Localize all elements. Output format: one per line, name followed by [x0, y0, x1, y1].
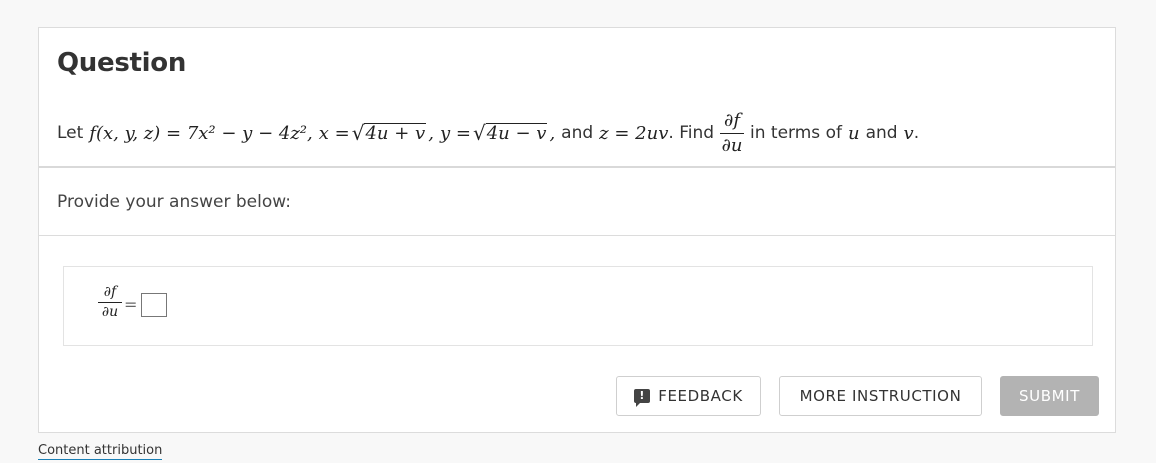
more-instruction-button[interactable]: MORE INSTRUCTION — [779, 376, 982, 416]
submit-label: SUBMIT — [1019, 387, 1080, 405]
content-attribution-link[interactable]: Content attribution — [38, 443, 163, 460]
y-radicand: 4u − v — [485, 122, 548, 144]
more-instruction-label: MORE INSTRUCTION — [799, 387, 962, 405]
z-definition: z = 2uv — [599, 122, 669, 144]
u-variable: u — [847, 122, 860, 144]
submit-button[interactable]: SUBMIT — [1000, 376, 1099, 416]
answer-fraction-numerator: ∂f — [103, 284, 117, 300]
x-radicand: 4u + v — [364, 122, 427, 144]
answer-prompt: Provide your answer below: — [39, 168, 1115, 236]
comma: , — [428, 122, 434, 144]
answer-input[interactable] — [141, 293, 167, 317]
question-text: Let f(x, y, z) = 7x² − y − 4z², x = √ 4u … — [57, 110, 919, 156]
question-card: Question Let f(x, y, z) = 7x² − y − 4z²,… — [38, 27, 1116, 433]
question-title: Question — [57, 48, 187, 78]
x-equals: x = — [318, 122, 350, 144]
sqrt-x: √ 4u + v — [351, 121, 427, 146]
comma: , — [549, 122, 556, 144]
answer-fraction: ∂f ∂u — [98, 284, 122, 321]
let-label: Let — [57, 123, 84, 143]
prompt-text: Provide your answer below: — [57, 192, 291, 212]
feedback-icon: ! — [634, 389, 651, 407]
find-label: . Find — [668, 123, 715, 143]
question-header: Question Let f(x, y, z) = 7x² − y − 4z²,… — [39, 28, 1115, 168]
answer-area: ∂f ∂u = — [63, 266, 1093, 346]
equals-sign: = — [124, 295, 138, 314]
feedback-label: FEEDBACK — [658, 387, 743, 405]
fraction-numerator: ∂f — [724, 109, 741, 131]
feedback-button[interactable]: ! FEEDBACK — [616, 376, 761, 416]
and-label: and — [865, 123, 898, 143]
v-variable: v — [903, 122, 914, 144]
in-terms-label: in terms of — [750, 123, 842, 143]
y-equals: y = — [439, 122, 471, 144]
sqrt-y: √ 4u − v — [472, 121, 548, 146]
partial-fraction: ∂f ∂u — [720, 109, 745, 156]
and-label: and — [561, 123, 594, 143]
answer-fraction-denominator: ∂u — [101, 304, 119, 321]
fraction-denominator: ∂u — [721, 134, 743, 156]
f-definition: f(x, y, z) = 7x² − y − 4z², — [89, 122, 313, 144]
period: . — [913, 123, 920, 143]
